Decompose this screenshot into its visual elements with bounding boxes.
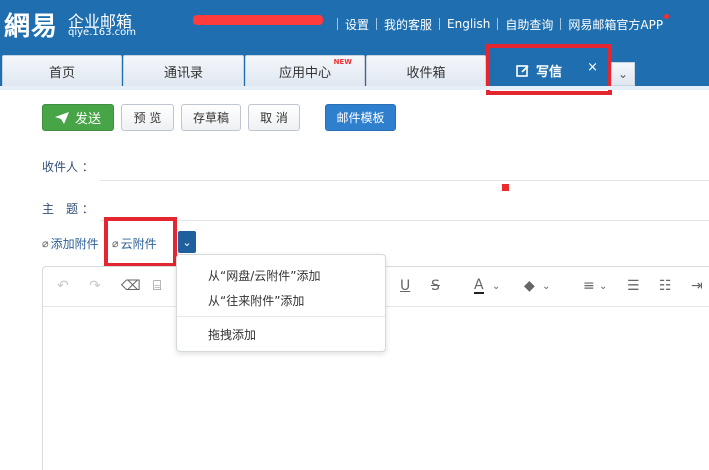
add-attachment-link[interactable]: ⌀ 添加附件 (42, 235, 99, 252)
divider (497, 18, 499, 30)
chevron-down-icon: ⌄ (617, 67, 629, 81)
menu-divider (177, 316, 385, 317)
attachment-dropdown-toggle[interactable]: ⌄ (178, 231, 196, 253)
english-link[interactable]: English (447, 17, 490, 31)
self-service-link[interactable]: 自助查询 (505, 16, 553, 33)
tab-inbox[interactable]: 收件箱 (366, 55, 486, 87)
indent-icon[interactable]: ⇥ (691, 278, 703, 294)
subject-label: 主 题 ： (42, 202, 94, 216)
strikethrough-icon[interactable]: S (431, 278, 440, 294)
chevron-down-icon[interactable]: ⌄ (599, 281, 607, 292)
notification-dot (664, 13, 670, 19)
send-button[interactable]: 发送 (42, 104, 114, 131)
attachment-menu: 从“网盘/云附件”添加 从“往来附件”添加 拖拽添加 (176, 254, 386, 352)
tab-inbox-label: 收件箱 (406, 66, 446, 81)
settings-link[interactable]: 设置 (345, 16, 369, 33)
recipient-label: 收件人 ： (42, 160, 94, 174)
menu-item-from-history[interactable]: 从“往来附件”添加 (208, 292, 304, 309)
tab-home-label: 首页 (48, 66, 75, 81)
highlight-cloud-attachment (104, 217, 177, 267)
header-band (0, 86, 709, 90)
eraser-icon[interactable]: ⌫ (121, 278, 141, 294)
tab-app-center[interactable]: 应用中心 NEW (245, 55, 365, 87)
send-label: 发送 (74, 112, 101, 127)
font-color-icon[interactable]: A (474, 278, 484, 294)
chevron-down-icon: ⌄ (182, 235, 192, 249)
official-app-label: 网易邮箱官方APP (568, 17, 664, 32)
chevron-down-icon[interactable]: ⌄ (542, 281, 550, 292)
format-painter-icon[interactable]: ⌸ (153, 278, 161, 294)
chevron-down-icon[interactable]: ⌄ (492, 281, 500, 292)
cancel-button[interactable]: 取 消 (248, 104, 300, 131)
menu-item-drag-drop[interactable]: 拖拽添加 (208, 326, 256, 343)
subject-field[interactable] (100, 220, 709, 221)
customer-service-link[interactable]: 我的客服 (384, 16, 432, 33)
red-marker (502, 184, 509, 191)
tab-contacts[interactable]: 通讯录 (123, 55, 244, 87)
product-domain: qiye.163.com (68, 27, 136, 38)
undo-icon[interactable]: ↶ (57, 278, 69, 294)
add-attachment-label: 添加附件 (50, 237, 99, 251)
highlight-icon[interactable]: ◆ (524, 278, 535, 294)
bullet-list-icon[interactable]: ☰ (627, 278, 640, 294)
underline-icon[interactable]: U (400, 278, 410, 294)
send-icon (54, 111, 69, 124)
save-draft-label: 存草稿 (192, 111, 229, 125)
tab-app-center-label: 应用中心 (278, 66, 331, 81)
tab-more-button[interactable]: ⌄ (611, 62, 635, 86)
official-app-link[interactable]: 网易邮箱官方APP (568, 13, 670, 33)
recipient-field[interactable] (100, 180, 709, 181)
align-icon[interactable]: ≡ (583, 278, 595, 294)
menu-item-from-cloud[interactable]: 从“网盘/云附件”添加 (208, 267, 320, 284)
redacted-account (193, 15, 323, 25)
template-label: 邮件模板 (336, 111, 385, 125)
preview-button[interactable]: 预 览 (121, 104, 174, 131)
numbered-list-icon[interactable]: ☷ (659, 278, 672, 294)
divider (560, 18, 562, 30)
template-button[interactable]: 邮件模板 (325, 104, 396, 131)
save-draft-button[interactable]: 存草稿 (181, 104, 241, 131)
divider (376, 18, 378, 30)
divider (337, 18, 338, 30)
tab-contacts-label: 通讯录 (163, 66, 203, 81)
tab-home[interactable]: 首页 (2, 55, 122, 87)
cancel-label: 取 消 (260, 111, 288, 125)
divider (439, 18, 441, 30)
logo-mark: 網易 (4, 12, 59, 42)
new-badge: NEW (333, 58, 352, 66)
redo-icon[interactable]: ↷ (89, 278, 101, 294)
paperclip-icon: ⌀ (42, 237, 49, 250)
preview-label: 预 览 (133, 111, 162, 125)
top-links: 设置 我的客服 English 自助查询 网易邮箱官方APP (330, 13, 670, 33)
